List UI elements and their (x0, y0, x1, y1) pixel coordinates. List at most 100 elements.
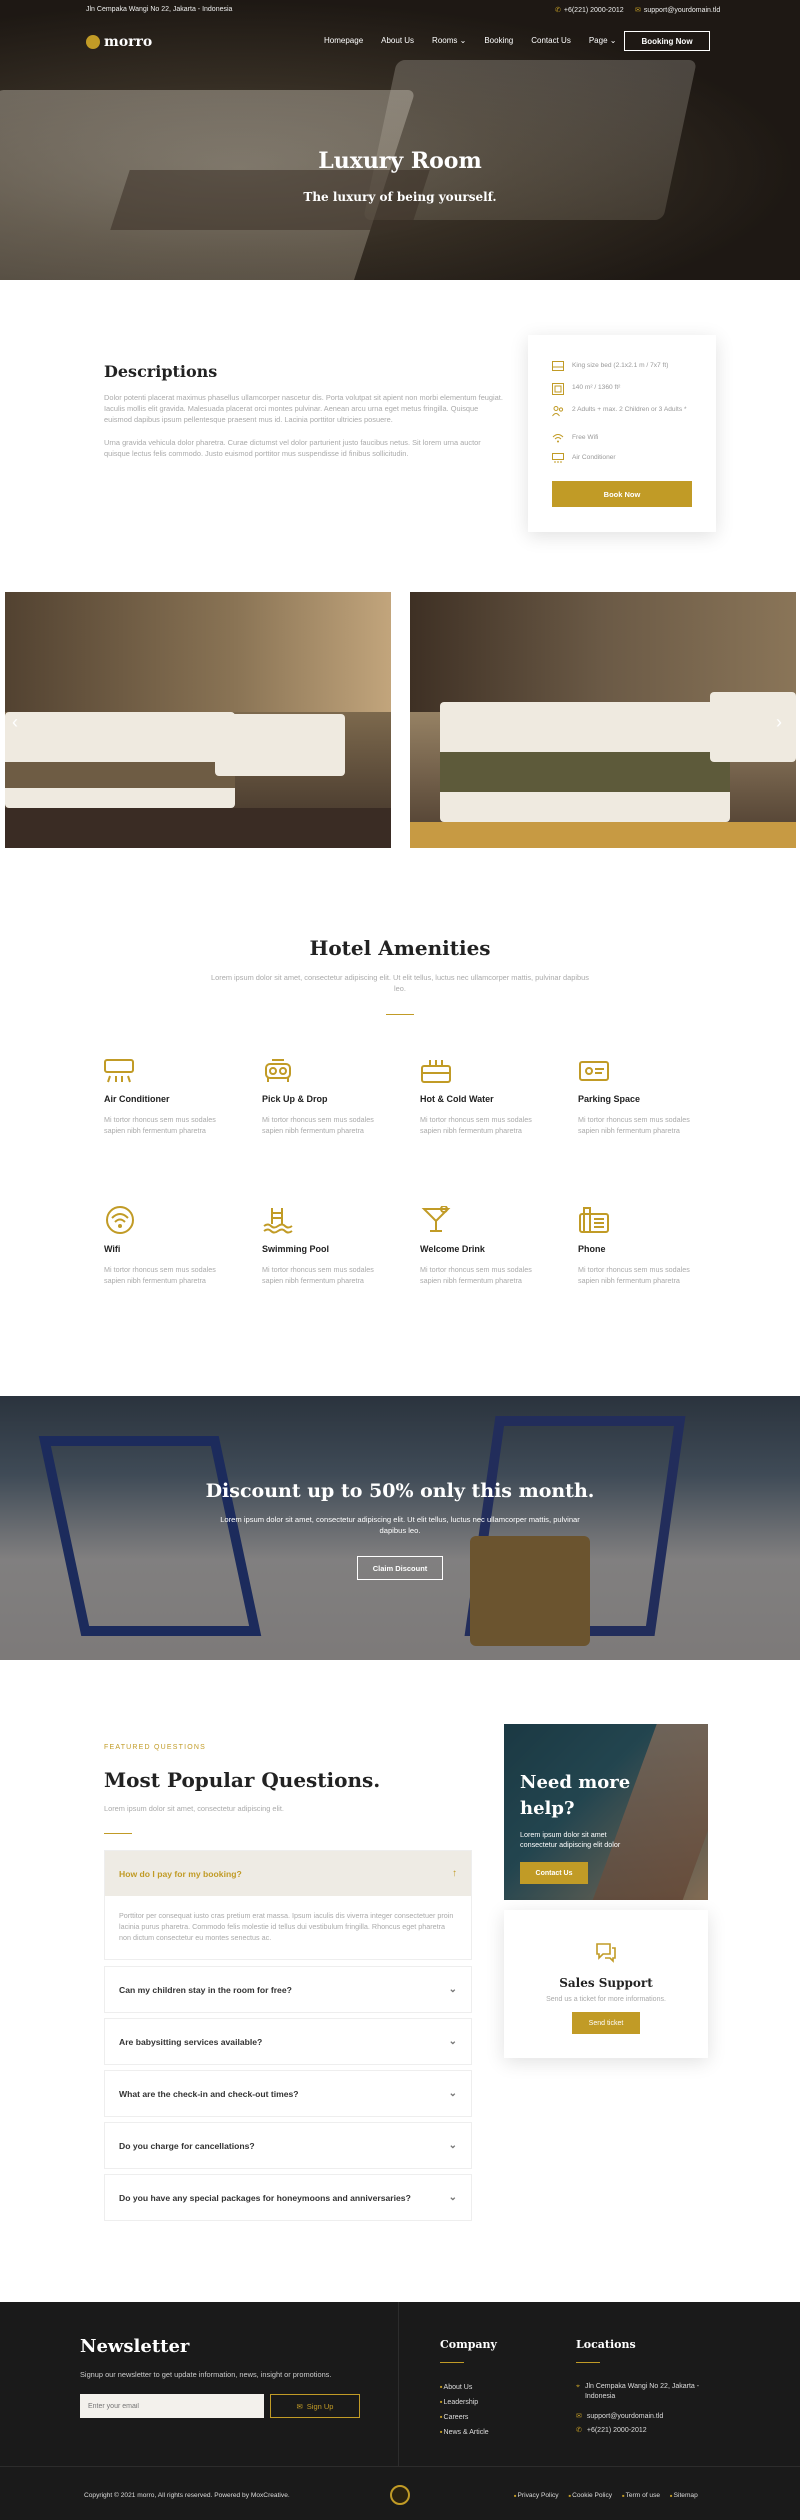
gallery-next-arrow-icon[interactable]: › (776, 712, 782, 733)
mail-icon: ✉ (296, 2401, 303, 2411)
footer-link[interactable]: Term of use (622, 2492, 660, 2499)
help-title: Need more help? (520, 1772, 631, 1819)
claim-discount-button[interactable]: Claim Discount (357, 1556, 443, 1580)
faq-question[interactable]: Do you charge for cancellations? ⌄ (105, 2123, 471, 2168)
topbar-phone[interactable]: ✆ +6(221) 2000-2012 (555, 6, 624, 14)
chevron-down-icon: ⌄ (448, 1984, 457, 1995)
wifi-icon (106, 1206, 134, 1234)
chevron-down-icon: ⌄ (448, 2036, 457, 2047)
nav-item-rooms[interactable]: Rooms ⌄ (432, 36, 466, 45)
footer-link[interactable]: Cookie Policy (569, 2492, 612, 2499)
room-floor-graphic (410, 822, 796, 848)
faq-question[interactable]: Do you have any special packages for hon… (105, 2175, 471, 2220)
company-links: About Us Leadership Careers News & Artic… (440, 2380, 489, 2439)
room-wall-graphic (5, 592, 391, 712)
car-icon (265, 1059, 291, 1082)
faq-kicker: FEATURED QUESTIONS (104, 1744, 206, 1751)
gallery-prev-arrow-icon[interactable]: ‹ (12, 712, 18, 733)
room-photo (5, 592, 391, 848)
sign-up-button[interactable]: ✉ Sign Up (270, 2394, 360, 2418)
faq-subtitle: Lorem ipsum dolor sit amet, consectetur … (104, 1804, 284, 1813)
support-text: Send us a ticket for more informations. (546, 1996, 666, 2003)
booking-now-button[interactable]: Booking Now (624, 31, 710, 51)
feature-text: 2 Adults + max. 2 Children or 3 Adults * (572, 406, 687, 413)
faq-question[interactable]: What are the check-in and check-out time… (105, 2071, 471, 2116)
feature-row: 140 m² / 1360 ft² (552, 383, 702, 395)
feature-text: Free Wifi (572, 434, 599, 441)
nav-item-contact[interactable]: Contact Us (531, 36, 571, 45)
location-phone[interactable]: ✆ +6(221) 2000-2012 (576, 2426, 706, 2436)
amenity-name: Parking Space (578, 1094, 641, 1104)
amenity-name: Air Conditioner (104, 1094, 170, 1104)
map-pin-icon: ⌖ (576, 2383, 580, 2390)
feature-text: 140 m² / 1360 ft² (572, 384, 621, 391)
newsletter-text: Signup our newsletter to get update info… (80, 2370, 332, 2379)
footer-logo-icon[interactable] (390, 2485, 410, 2505)
footer-link[interactable]: Careers (440, 2410, 489, 2425)
hero-banner: Jln Cempaka Wangi No 22, Jakarta - Indon… (0, 0, 800, 280)
nav-item-rooms-label: Rooms (432, 36, 458, 45)
feature-row: King size bed (2.1x2.1 m / 7x7 ft) (552, 361, 702, 371)
location-email[interactable]: ✉ support@yourdomain.tld (576, 2412, 706, 2422)
feature-text: Air Conditioner (572, 454, 616, 461)
company-title: Company (440, 2338, 497, 2351)
faq-question-text: How do I pay for my booking? (119, 1868, 242, 1879)
support-title: Sales Support (559, 1976, 653, 1990)
feature-text: King size bed (2.1x2.1 m / 7x7 ft) (572, 362, 669, 369)
logo[interactable]: morro (86, 34, 152, 50)
sign-up-label: Sign Up (306, 2401, 334, 2411)
footer: Newsletter Signup our newsletter to get … (0, 2302, 800, 2520)
location-phone-text: +6(221) 2000-2012 (586, 2427, 647, 2434)
footer-legal-links: Privacy Policy Cookie Policy Term of use… (514, 2492, 698, 2499)
topbar-email[interactable]: ✉ support@yourdomain.tld (635, 6, 720, 14)
faq-item: Can my children stay in the room for fre… (104, 1966, 472, 2013)
footer-link[interactable]: About Us (440, 2380, 489, 2395)
locations-title: Locations (576, 2338, 636, 2351)
nav-item-page[interactable]: Page ⌄ (589, 36, 617, 45)
footer-link[interactable]: Sitemap (670, 2492, 698, 2499)
arrow-up-icon: ↑ (452, 1868, 457, 1879)
faq-item: Are babysitting services available? ⌄ (104, 2018, 472, 2065)
faq-question[interactable]: How do I pay for my booking? ↑ (105, 1851, 471, 1896)
sales-support-card: Sales Support Send us a ticket for more … (504, 1910, 708, 2058)
page-subtitle: The luxury of being yourself. (303, 190, 497, 204)
faq-question[interactable]: Can my children stay in the room for fre… (105, 1967, 471, 2012)
footer-link[interactable]: Leadership (440, 2395, 489, 2410)
faq-question-text: Do you have any special packages for hon… (119, 2192, 411, 2203)
room-features-card: King size bed (2.1x2.1 m / 7x7 ft) 140 m… (528, 335, 716, 532)
newsletter-email-input[interactable] (80, 2394, 264, 2418)
faq-question-text: Are babysitting services available? (119, 2036, 263, 2047)
bed-graphic (215, 714, 345, 776)
amenity-text: Mi tortor rhoncus sem mus sodales sapien… (420, 1115, 532, 1135)
footer-link[interactable]: Privacy Policy (514, 2492, 559, 2499)
send-ticket-button[interactable]: Send ticket (572, 2012, 640, 2034)
top-bar: Jln Cempaka Wangi No 22, Jakarta - Indon… (0, 0, 800, 20)
amenity-text: Mi tortor rhoncus sem mus sodales sapien… (262, 1265, 374, 1285)
cocktail-icon (421, 1206, 451, 1232)
location-email-text: support@yourdomain.tld (586, 2413, 664, 2420)
amenity-item: Air Conditioner Mi tortor rhoncus sem mu… (104, 1058, 224, 1136)
footer-link[interactable]: News & Article (440, 2425, 489, 2440)
discount-title: Discount up to 50% only this month. (205, 1480, 595, 1502)
faq-title: Most Popular Questions. (104, 1768, 381, 1792)
water-heater-icon (421, 1060, 451, 1083)
copyright: Copyright © 2021 morro, All rights reser… (84, 2492, 290, 2499)
nav-item-homepage[interactable]: Homepage (324, 36, 363, 45)
divider (0, 2466, 800, 2467)
amenities-subtitle: Lorem ipsum dolor sit amet, consectetur … (211, 973, 589, 993)
contact-us-button[interactable]: Contact Us (520, 1862, 588, 1884)
amenity-name: Phone (578, 1244, 606, 1254)
book-now-button[interactable]: Book Now (552, 481, 692, 507)
nav-item-booking[interactable]: Booking (484, 36, 513, 45)
divider (104, 1833, 132, 1834)
faq-item: What are the check-in and check-out time… (104, 2070, 472, 2117)
amenities-title: Hotel Amenities (309, 936, 491, 960)
faq-question[interactable]: Are babysitting services available? ⌄ (105, 2019, 471, 2064)
nav-item-about[interactable]: About Us (381, 36, 414, 45)
description-paragraph: Urna gravida vehicula dolor pharetra. Cu… (104, 438, 481, 458)
amenity-item: Welcome Drink Mi tortor rhoncus sem mus … (420, 1206, 540, 1286)
amenity-name: Welcome Drink (420, 1244, 485, 1254)
divider (576, 2362, 600, 2363)
room-photo (410, 592, 796, 848)
parking-icon (579, 1061, 609, 1081)
